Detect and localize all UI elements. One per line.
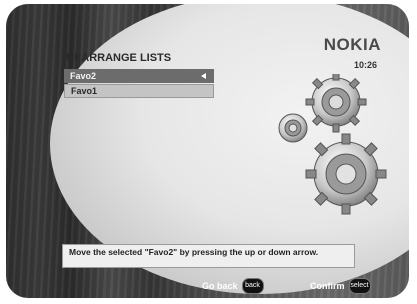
go-back-label: Go back bbox=[202, 281, 238, 291]
list-item-favo1[interactable]: Favo1 bbox=[64, 84, 214, 98]
list-panel: REARRANGE LISTS Favo2 Favo1 bbox=[64, 52, 214, 99]
list-item-label: Favo1 bbox=[71, 86, 98, 96]
back-key-icon: back bbox=[241, 278, 264, 294]
list-item-favo2[interactable]: Favo2 bbox=[64, 69, 214, 83]
gears-icon bbox=[278, 74, 387, 215]
tv-screen: NOKIA 10:26 REARRANGE LISTS Favo2 Favo1 … bbox=[6, 4, 409, 298]
confirm-label: Confirm bbox=[310, 281, 345, 291]
list-item-label: Favo2 bbox=[70, 71, 97, 81]
left-triangle-icon bbox=[201, 73, 206, 79]
footer-bar: Go back back Confirm select bbox=[202, 278, 402, 294]
brand-logo: NOKIA bbox=[323, 35, 381, 54]
confirm-button[interactable]: Confirm select bbox=[310, 278, 371, 294]
help-text: Move the selected "Favo2" by pressing th… bbox=[62, 244, 355, 268]
go-back-button[interactable]: Go back back bbox=[202, 278, 264, 294]
select-key-icon: select bbox=[348, 278, 371, 294]
clock: 10:26 bbox=[353, 60, 377, 70]
page-title: REARRANGE LISTS bbox=[66, 52, 172, 64]
